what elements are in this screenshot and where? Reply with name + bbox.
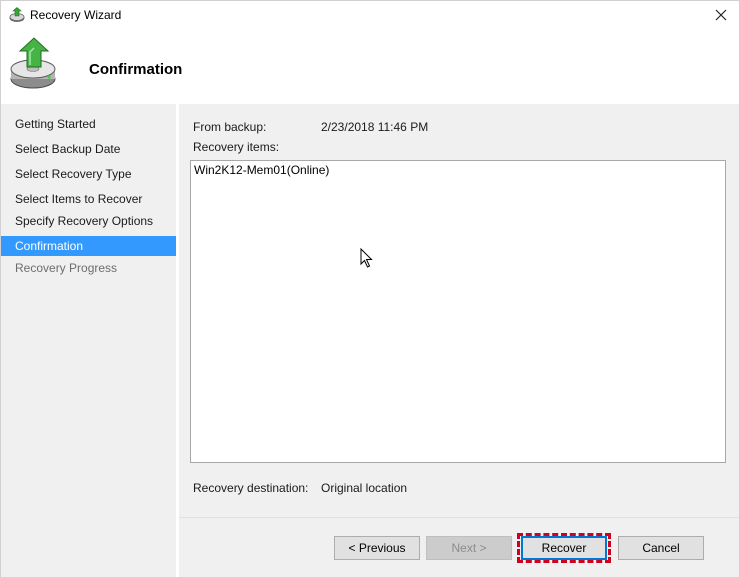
nav-step-getting-started[interactable]: Getting Started [1, 114, 176, 134]
list-item[interactable]: Win2K12-Mem01(Online) [194, 163, 329, 177]
nav-step-specify-recovery-options[interactable]: Specify Recovery Options [1, 211, 176, 231]
from-backup-value: 2/23/2018 11:46 PM [321, 120, 429, 134]
window-title: Recovery Wizard [30, 8, 122, 22]
nav-step-select-items-to-recover[interactable]: Select Items to Recover [1, 189, 176, 209]
previous-button[interactable]: < Previous [334, 536, 420, 560]
close-button[interactable] [709, 3, 733, 27]
close-icon [715, 9, 727, 21]
nav-step-confirmation[interactable]: Confirmation [1, 236, 176, 256]
from-backup-label: From backup: [193, 120, 267, 134]
wizard-app-icon [9, 7, 25, 22]
recovery-items-label: Recovery items: [193, 140, 280, 154]
cancel-button[interactable]: Cancel [618, 536, 704, 560]
nav-step-recovery-progress: Recovery Progress [15, 261, 118, 275]
recovery-destination-label: Recovery destination: [193, 481, 309, 495]
wizard-header: Confirmation [1, 29, 739, 104]
recovery-destination-value: Original location [321, 481, 408, 495]
mouse-cursor-icon [360, 248, 373, 268]
title-bar: Recovery Wizard [1, 1, 739, 29]
recovery-items-list[interactable]: Win2K12-Mem01(Online) [190, 160, 726, 463]
nav-step-select-recovery-type[interactable]: Select Recovery Type [1, 164, 176, 184]
wizard-steps-nav: Getting Started Select Backup Date Selec… [1, 104, 176, 577]
recover-button[interactable]: Recover [521, 536, 607, 560]
page-title: Confirmation [89, 61, 183, 78]
recovery-wizard-window: Recovery Wizard Confirmation Getting Sta… [0, 0, 740, 577]
confirmation-panel: From backup: 2/23/2018 11:46 PM Recovery… [179, 104, 739, 517]
wizard-footer: < Previous Next > Recover Cancel [179, 517, 739, 577]
next-button: Next > [426, 536, 512, 560]
nav-step-select-backup-date[interactable]: Select Backup Date [1, 139, 176, 159]
backup-restore-icon [10, 37, 56, 89]
